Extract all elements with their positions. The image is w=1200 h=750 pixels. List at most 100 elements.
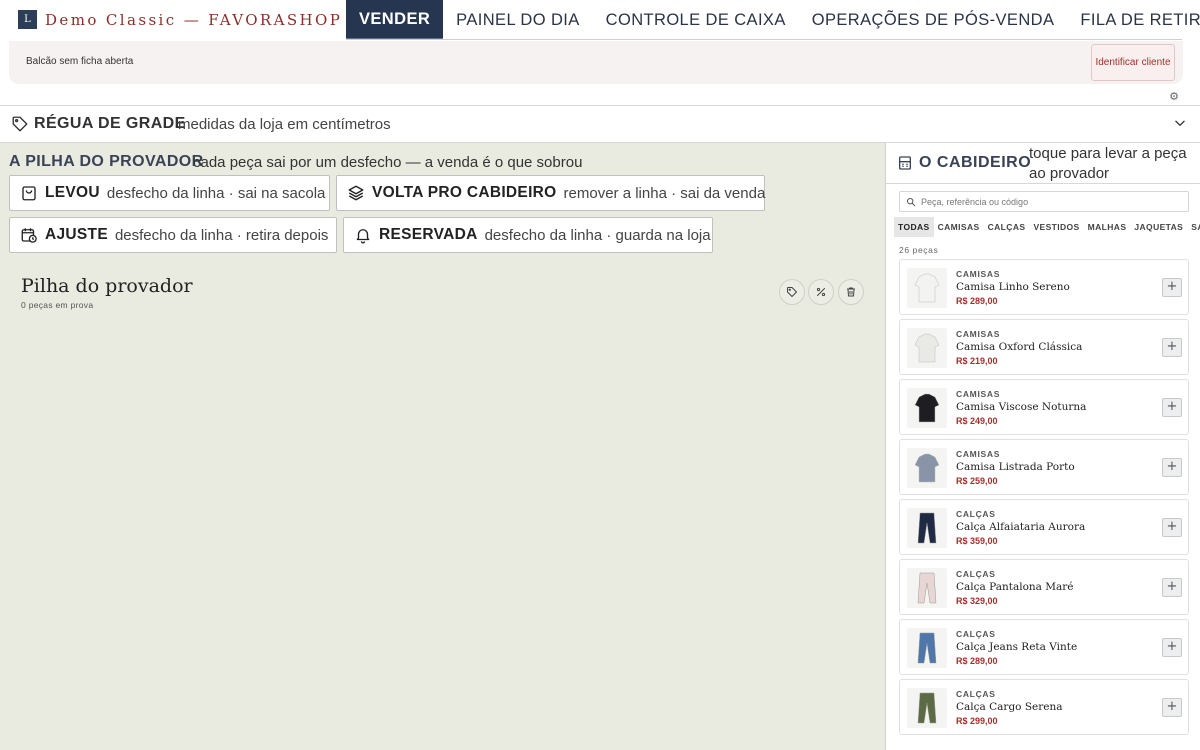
category-tab[interactable]: SAIAS — [1187, 217, 1200, 237]
product-price: R$ 289,00 — [956, 656, 998, 666]
customer-status: Balcão sem ficha aberta — [26, 56, 134, 67]
bell-icon — [356, 229, 370, 244]
product-item[interactable]: CAMISAS Camisa Viscose Noturna R$ 249,00 + — [899, 379, 1189, 435]
product-price: R$ 249,00 — [956, 416, 998, 426]
discount-button[interactable] — [808, 279, 834, 305]
regua-title: RÉGUA DE GRADE — [34, 115, 186, 132]
cabideiro-subtitle: toque para levar a peça ao provador — [1029, 145, 1187, 182]
category-tabs: TODAS CAMISAS CALÇAS VESTIDOS MALHAS JAQUETAS… — [894, 217, 1200, 237]
add-to-provador-button[interactable]: + — [1162, 698, 1182, 717]
category-tab[interactable]: VESTIDOS — [1029, 217, 1083, 237]
gear-icon[interactable]: ⚙ — [1168, 91, 1180, 103]
outcome-name: RESERVADA — [379, 226, 478, 243]
product-thumbnail — [907, 688, 947, 728]
product-search[interactable] — [899, 191, 1189, 212]
top-bar: L Demo Classic — FAVORASHOP VENDER PAINEL… — [0, 0, 1200, 40]
outcome-name: VOLTA PRO CABIDEIRO — [372, 184, 557, 201]
product-thumbnail — [907, 388, 947, 428]
trash-icon — [847, 287, 855, 297]
outcome-reservada-button[interactable]: RESERVADA desfecho da linha · guarda na … — [343, 217, 713, 253]
product-thumbnail — [907, 328, 947, 368]
add-to-provador-button[interactable]: + — [1162, 398, 1182, 417]
product-name: Calça Cargo Serena — [956, 701, 1063, 713]
outcome-desc: desfecho da linha · retira depois — [114, 226, 329, 244]
category-tab[interactable]: MALHAS — [1084, 217, 1131, 237]
add-to-provador-button[interactable]: + — [1162, 458, 1182, 477]
outcome-ajuste-button[interactable]: AJUSTE desfecho da linha · retira depois — [9, 217, 337, 253]
register-icon — [899, 156, 911, 170]
outcome-name: AJUSTE — [45, 226, 108, 243]
nav-item[interactable]: FILA DE RETIRADA — [1067, 0, 1200, 40]
outcome-volta-button[interactable]: VOLTA PRO CABIDEIRO remover a linha · sa… — [336, 175, 765, 211]
main-nav: VENDER PAINEL DO DIA CONTROLE DE CAIXA OPER… — [346, 0, 1200, 40]
logo: L — [18, 10, 37, 29]
product-item[interactable]: CAMISAS Camisa Linho Sereno R$ 289,00 + — [899, 259, 1189, 315]
product-name: Camisa Listrada Porto — [956, 461, 1075, 473]
product-name: Camisa Linho Sereno — [956, 281, 1070, 293]
pilha-subtitle: cada peça sai por um desfecho — a venda … — [193, 154, 583, 171]
pilha-title: A PILHA DO PROVADOR — [9, 153, 204, 170]
product-category: CAMISAS — [956, 329, 1001, 339]
bag-icon — [22, 186, 36, 201]
category-tab[interactable]: JAQUETAS — [1130, 217, 1187, 237]
nav-item[interactable]: PAINEL DO DIA — [443, 0, 592, 40]
customer-bar: Balcão sem ficha aberta Identificar clie… — [9, 41, 1183, 84]
identify-customer-button[interactable]: Identificar cliente — [1091, 44, 1175, 81]
product-price: R$ 359,00 — [956, 536, 998, 546]
outcome-desc: desfecho da linha · sai na sacola — [106, 184, 326, 202]
clear-button[interactable] — [838, 279, 864, 305]
pilha-panel: A PILHA DO PROVADOR cada peça sai por um… — [0, 143, 885, 750]
product-price: R$ 259,00 — [956, 476, 998, 486]
product-item[interactable]: CALÇAS Calça Pantalona Maré R$ 329,00 + — [899, 559, 1189, 615]
product-category: CAMISAS — [956, 389, 1001, 399]
outcome-desc: desfecho da linha · guarda na loja — [484, 226, 711, 244]
product-thumbnail — [907, 628, 947, 668]
cabideiro-divider — [886, 183, 1200, 184]
tag-icon — [787, 287, 797, 297]
product-item[interactable]: CALÇAS Calça Jeans Reta Vinte R$ 289,00 + — [899, 619, 1189, 675]
outcome-name: LEVOU — [45, 184, 100, 201]
add-to-provador-button[interactable]: + — [1162, 278, 1182, 297]
outcome-levou-button[interactable]: LEVOU desfecho da linha · sai na sacola — [9, 175, 330, 211]
outcome-desc: remover a linha · sai da venda — [563, 184, 766, 202]
product-name: Calça Jeans Reta Vinte — [956, 641, 1078, 653]
product-price: R$ 289,00 — [956, 296, 998, 306]
add-to-provador-button[interactable]: + — [1162, 638, 1182, 657]
product-item[interactable]: CAMISAS Camisa Listrada Porto R$ 259,00 + — [899, 439, 1189, 495]
search-input[interactable] — [921, 196, 1181, 207]
add-to-provador-button[interactable]: + — [1162, 518, 1182, 537]
product-thumbnail — [907, 568, 947, 608]
product-category: CALÇAS — [956, 509, 996, 519]
product-price: R$ 329,00 — [956, 596, 998, 606]
product-item[interactable]: CALÇAS Calça Alfaiataria Aurora R$ 359,00 + — [899, 499, 1189, 555]
product-category: CALÇAS — [956, 569, 996, 579]
search-icon — [906, 197, 916, 206]
product-category: CALÇAS — [956, 689, 996, 699]
product-name: Calça Pantalona Maré — [956, 581, 1074, 593]
product-item[interactable]: CALÇAS Calça Cargo Serena R$ 299,00 + — [899, 679, 1189, 735]
product-category: CAMISAS — [956, 269, 1001, 279]
product-count: 26 peças — [899, 245, 939, 255]
logo-letter: L — [24, 14, 31, 25]
nav-item[interactable]: CONTROLE DE CAIXA — [593, 0, 799, 40]
regua-de-grade-bar[interactable]: RÉGUA DE GRADE medidas da loja em centím… — [0, 105, 1200, 143]
nav-item[interactable]: OPERAÇÕES DE PÓS-VENDA — [799, 0, 1068, 40]
product-price: R$ 219,00 — [956, 356, 998, 366]
tag-icon — [12, 116, 28, 132]
add-to-provador-button[interactable]: + — [1162, 578, 1182, 597]
nav-item[interactable]: VENDER — [346, 0, 444, 40]
product-price: R$ 299,00 — [956, 716, 998, 726]
add-to-provador-button[interactable]: + — [1162, 338, 1182, 357]
provador-count: 0 peças em prova — [21, 300, 94, 310]
category-tab[interactable]: CALÇAS — [984, 217, 1030, 237]
product-item[interactable]: CAMISAS Camisa Oxford Clássica R$ 219,00 + — [899, 319, 1189, 375]
tag-button[interactable] — [779, 279, 805, 305]
chevron-down-icon[interactable] — [1173, 116, 1187, 130]
category-tab[interactable]: CAMISAS — [934, 217, 984, 237]
cabideiro-title: O CABIDEIRO — [919, 154, 1032, 171]
product-name: Calça Alfaiataria Aurora — [956, 521, 1086, 533]
product-name: Camisa Viscose Noturna — [956, 401, 1087, 413]
regua-subtitle: medidas da loja em centímetros — [178, 116, 391, 133]
product-list: CAMISAS Camisa Linho Sereno R$ 289,00 + CAMI… — [899, 259, 1189, 739]
category-tab[interactable]: TODAS — [894, 217, 934, 237]
